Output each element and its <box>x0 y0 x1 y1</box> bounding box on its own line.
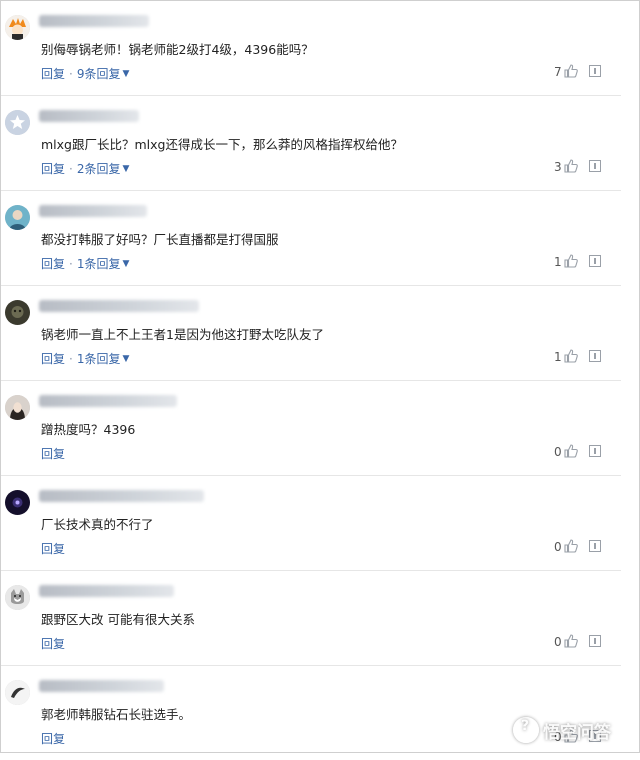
comment-item: 厂长技术真的不行了 回复 0 <box>1 476 621 571</box>
like-count: 3 <box>554 160 562 174</box>
thumbs-up-icon[interactable] <box>563 538 579 554</box>
username-redacted <box>39 110 139 122</box>
comment-item: 郭老师韩服钻石长驻选手。 回复 0 <box>1 666 621 760</box>
watermark-label: 悟空问答 <box>543 722 611 743</box>
reply-link[interactable]: 回复 <box>41 730 65 747</box>
comment-item: 蹭热度吗？4396 回复 0 <box>1 381 621 476</box>
user-avatar[interactable] <box>5 680 30 705</box>
like-count: 0 <box>554 635 562 649</box>
separator-dot: · <box>69 66 73 81</box>
report-icon[interactable] <box>589 540 601 552</box>
username-redacted <box>39 585 174 597</box>
user-avatar[interactable] <box>5 585 30 610</box>
comment-text: mlxg跟厂长比？mlxg还得成长一下，那么莽的风格指挥权给他？ <box>41 137 403 152</box>
chevron-down-icon[interactable]: ▼ <box>122 69 129 79</box>
comment-item: 都没打韩服了好吗？厂长直播都是打得国服 回复 · 1条回复 ▼ 1 <box>1 191 621 286</box>
report-icon[interactable] <box>589 635 601 647</box>
comment-item: 锅老师一直上不上王者1是因为他这打野太吃队友了 回复 · 1条回复 ▼ 1 <box>1 286 621 381</box>
comment-actions: 回复 · 1条回复 ▼ <box>41 350 129 367</box>
report-icon[interactable] <box>589 350 601 362</box>
comment-actions: 回复 <box>41 635 65 652</box>
comment-actions: 回复 · 9条回复 ▼ <box>41 65 129 82</box>
reply-link[interactable]: 回复 <box>41 65 65 82</box>
reply-link[interactable]: 回复 <box>41 635 65 652</box>
view-replies-link[interactable]: 9条回复 <box>77 65 121 82</box>
chevron-down-icon[interactable]: ▼ <box>122 164 129 174</box>
view-replies-link[interactable]: 2条回复 <box>77 160 121 177</box>
separator-dot: · <box>69 256 73 271</box>
comment-text: 别侮辱锅老师！锅老师能2级打4级，4396能吗？ <box>41 42 314 57</box>
user-avatar[interactable] <box>5 395 30 420</box>
reply-link[interactable]: 回复 <box>41 255 65 272</box>
username-redacted <box>39 300 199 312</box>
user-avatar[interactable] <box>5 15 30 40</box>
comment-actions: 回复 · 2条回复 ▼ <box>41 160 129 177</box>
username-redacted <box>39 490 204 502</box>
user-avatar[interactable] <box>5 490 30 515</box>
comment-text: 蹭热度吗？4396 <box>41 422 136 437</box>
comment-item: 别侮辱锅老师！锅老师能2级打4级，4396能吗？ 回复 · 9条回复 ▼ 7 <box>1 1 621 96</box>
chevron-down-icon[interactable]: ▼ <box>122 354 129 364</box>
comment-actions: 回复 <box>41 730 65 747</box>
view-replies-link[interactable]: 1条回复 <box>77 350 121 367</box>
username-redacted <box>39 680 164 692</box>
reply-link[interactable]: 回复 <box>41 445 65 462</box>
thumbs-up-icon[interactable] <box>563 158 579 174</box>
wukong-logo-icon <box>513 717 539 743</box>
report-icon[interactable] <box>589 445 601 457</box>
comment-actions: 回复 <box>41 445 65 462</box>
report-icon[interactable] <box>589 160 601 172</box>
like-count: 7 <box>554 65 562 79</box>
thumbs-up-icon[interactable] <box>563 443 579 459</box>
comment-actions: 回复 <box>41 540 65 557</box>
comment-item: mlxg跟厂长比？mlxg还得成长一下，那么莽的风格指挥权给他？ 回复 · 2条… <box>1 96 621 191</box>
user-avatar[interactable] <box>5 110 30 135</box>
report-icon[interactable] <box>589 65 601 77</box>
thumbs-up-icon[interactable] <box>563 63 579 79</box>
chevron-down-icon[interactable]: ▼ <box>122 259 129 269</box>
thumbs-up-icon[interactable] <box>563 253 579 269</box>
view-replies-link[interactable]: 1条回复 <box>77 255 121 272</box>
comment-actions: 回复 · 1条回复 ▼ <box>41 255 129 272</box>
reply-link[interactable]: 回复 <box>41 160 65 177</box>
comment-text: 郭老师韩服钻石长驻选手。 <box>41 707 192 722</box>
like-count: 1 <box>554 350 562 364</box>
like-count: 0 <box>554 540 562 554</box>
user-avatar[interactable] <box>5 205 30 230</box>
wukong-watermark: 悟空问答 <box>513 717 611 743</box>
separator-dot: · <box>69 351 73 366</box>
username-redacted <box>39 15 149 27</box>
comment-text: 厂长技术真的不行了 <box>41 517 154 532</box>
thumbs-up-icon[interactable] <box>563 633 579 649</box>
comment-text: 跟野区大改 可能有很大关系 <box>41 612 195 627</box>
separator-dot: · <box>69 161 73 176</box>
reply-link[interactable]: 回复 <box>41 540 65 557</box>
comment-text: 都没打韩服了好吗？厂长直播都是打得国服 <box>41 232 279 247</box>
thumbs-up-icon[interactable] <box>563 348 579 364</box>
report-icon[interactable] <box>589 255 601 267</box>
like-count: 0 <box>554 445 562 459</box>
username-redacted <box>39 205 147 217</box>
like-count: 1 <box>554 255 562 269</box>
comment-item: 跟野区大改 可能有很大关系 回复 0 <box>1 571 621 666</box>
username-redacted <box>39 395 177 407</box>
comment-list-frame: 别侮辱锅老师！锅老师能2级打4级，4396能吗？ 回复 · 9条回复 ▼ 7 m… <box>0 0 640 753</box>
reply-link[interactable]: 回复 <box>41 350 65 367</box>
comment-text: 锅老师一直上不上王者1是因为他这打野太吃队友了 <box>41 327 324 342</box>
user-avatar[interactable] <box>5 300 30 325</box>
